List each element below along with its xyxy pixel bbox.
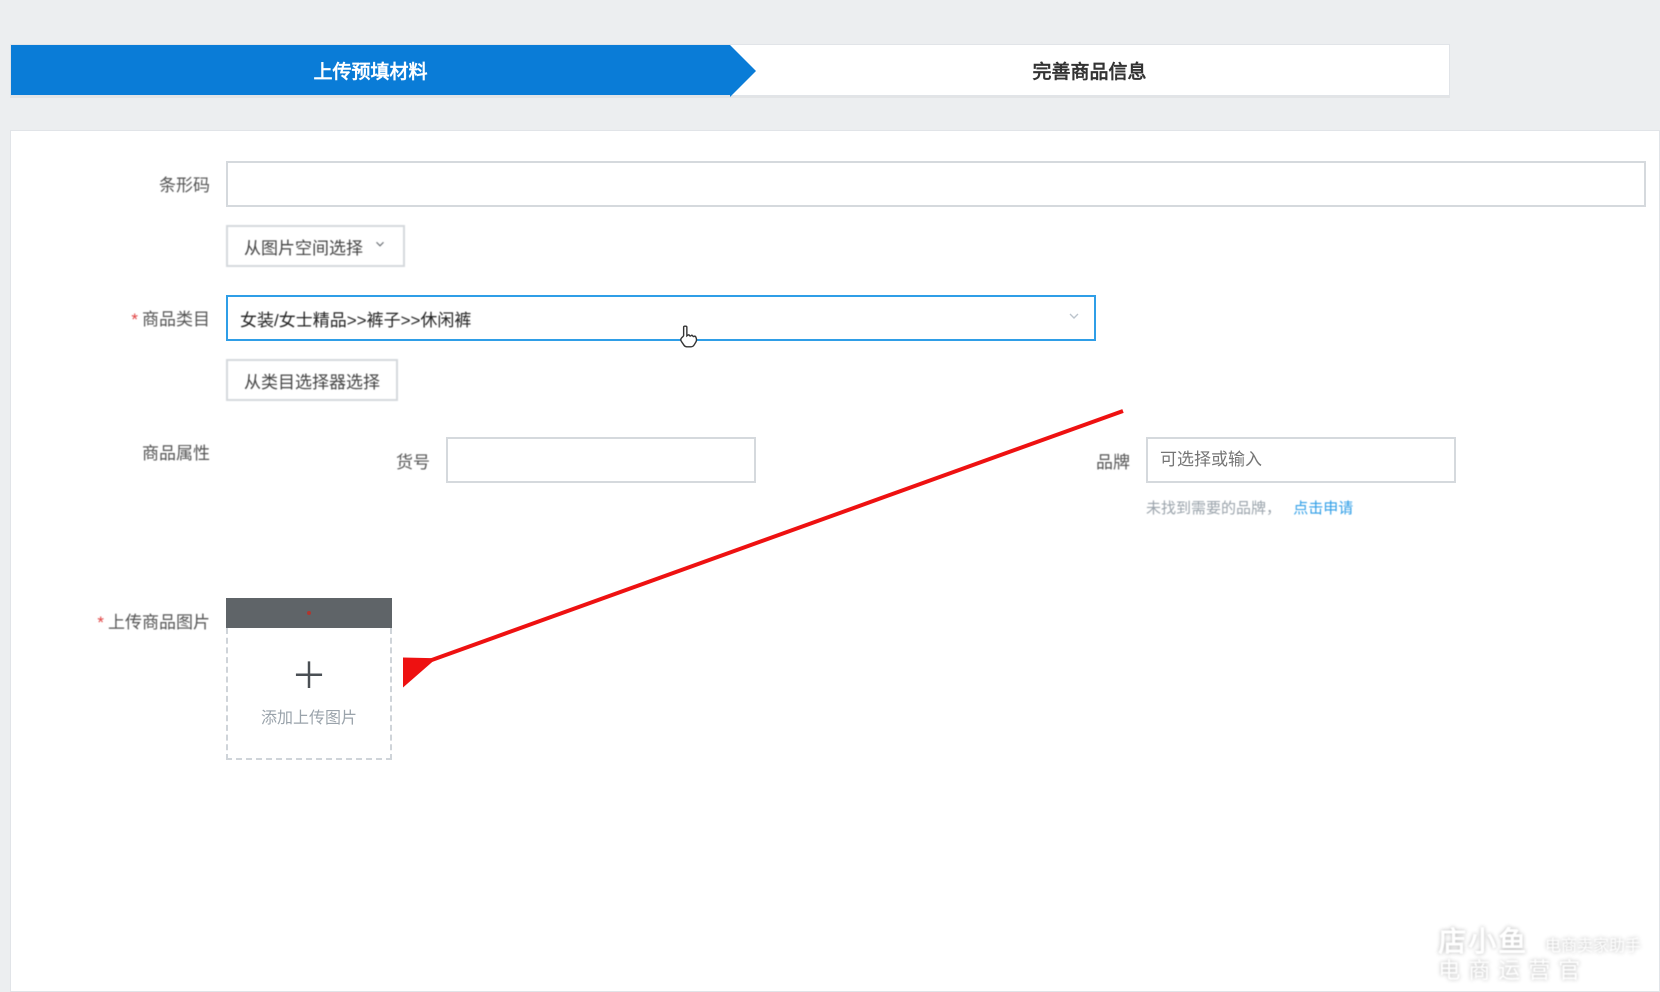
step-upload-materials[interactable]: 上传预填材料 xyxy=(11,45,730,95)
form-card: 条形码 从图片空间选择 *商品类目 xyxy=(10,130,1660,992)
select-from-category-picker-label: 从类目选择器选择 xyxy=(244,368,380,393)
field-upload: ＋ 添加上传图片 xyxy=(226,598,1659,760)
step-upload-label: 上传预填材料 xyxy=(313,57,427,84)
watermark-line1: 电商卖家助手 xyxy=(1545,938,1641,955)
step-complete-info[interactable]: 完善商品信息 xyxy=(730,45,1449,95)
upload-header-bar xyxy=(226,598,392,628)
brand-apply-link[interactable]: 点击申请 xyxy=(1293,500,1353,517)
watermark-line2: 电商运营官 xyxy=(1438,958,1641,983)
brand-input[interactable] xyxy=(1146,437,1456,483)
sku-input[interactable] xyxy=(446,437,756,483)
chevron-down-icon xyxy=(373,236,387,256)
barcode-input[interactable] xyxy=(226,161,1646,207)
brand-hint: 未找到需要的品牌， 点击申请 xyxy=(1146,497,1456,518)
watermark-name: 店小鱼 xyxy=(1438,926,1528,957)
row-upload: *上传商品图片 ＋ 添加上传图片 xyxy=(11,598,1659,760)
brand-hint-text: 未找到需要的品牌， xyxy=(1146,500,1281,517)
field-barcode: 从图片空间选择 xyxy=(226,161,1659,267)
progress-steps: 上传预填材料 完善商品信息 xyxy=(10,44,1450,96)
page-root: 上传预填材料 完善商品信息 条形码 从图片空间选择 xyxy=(0,0,1660,992)
label-attributes-text: 商品属性 xyxy=(142,444,210,463)
label-upload: *上传商品图片 xyxy=(11,598,226,633)
label-barcode-text: 条形码 xyxy=(159,176,210,195)
label-brand: 品牌 xyxy=(1066,448,1146,473)
required-asterisk: * xyxy=(131,310,138,329)
field-category: 女装/女士精品>>裤子>>休闲裤 从类目选择器选择 xyxy=(226,295,1659,401)
label-category-text: 商品类目 xyxy=(142,310,210,329)
chevron-down-icon xyxy=(1066,308,1082,329)
plus-icon: ＋ xyxy=(291,658,327,694)
required-asterisk: * xyxy=(97,613,104,632)
select-from-category-picker-button[interactable]: 从类目选择器选择 xyxy=(226,359,398,401)
attr-sku-group: 货号 xyxy=(226,437,946,483)
watermark: 店小鱼 电商卖家助手 电商运营官 xyxy=(1368,926,1641,983)
attr-brand-group: 品牌 未找到需要的品牌， 点击申请 xyxy=(1066,437,1456,518)
upload-add-text: 添加上传图片 xyxy=(261,704,357,728)
upload-add-image-button[interactable]: ＋ 添加上传图片 xyxy=(226,628,392,760)
label-category: *商品类目 xyxy=(11,295,226,330)
field-attributes: 货号 品牌 未找到需要的品牌， 点击申请 xyxy=(226,429,1659,518)
category-value: 女装/女士精品>>裤子>>休闲裤 xyxy=(240,306,471,331)
row-attributes: 商品属性 货号 品牌 未找到需要的品牌， 点击 xyxy=(11,429,1659,518)
label-upload-text: 上传商品图片 xyxy=(108,613,210,632)
label-sku: 货号 xyxy=(226,448,446,473)
select-from-image-space-label: 从图片空间选择 xyxy=(244,234,363,259)
step-complete-label: 完善商品信息 xyxy=(1032,57,1146,84)
watermark-logo-icon xyxy=(1368,932,1428,976)
category-select[interactable]: 女装/女士精品>>裤子>>休闲裤 xyxy=(226,295,1096,341)
attributes-subrow: 货号 品牌 未找到需要的品牌， 点击申请 xyxy=(226,437,1639,518)
row-category: *商品类目 女装/女士精品>>裤子>>休闲裤 从类目选择器选择 xyxy=(11,295,1659,401)
label-attributes: 商品属性 xyxy=(11,429,226,464)
row-barcode: 条形码 从图片空间选择 xyxy=(11,161,1659,267)
label-barcode: 条形码 xyxy=(11,161,226,196)
select-from-image-space-button[interactable]: 从图片空间选择 xyxy=(226,225,405,267)
